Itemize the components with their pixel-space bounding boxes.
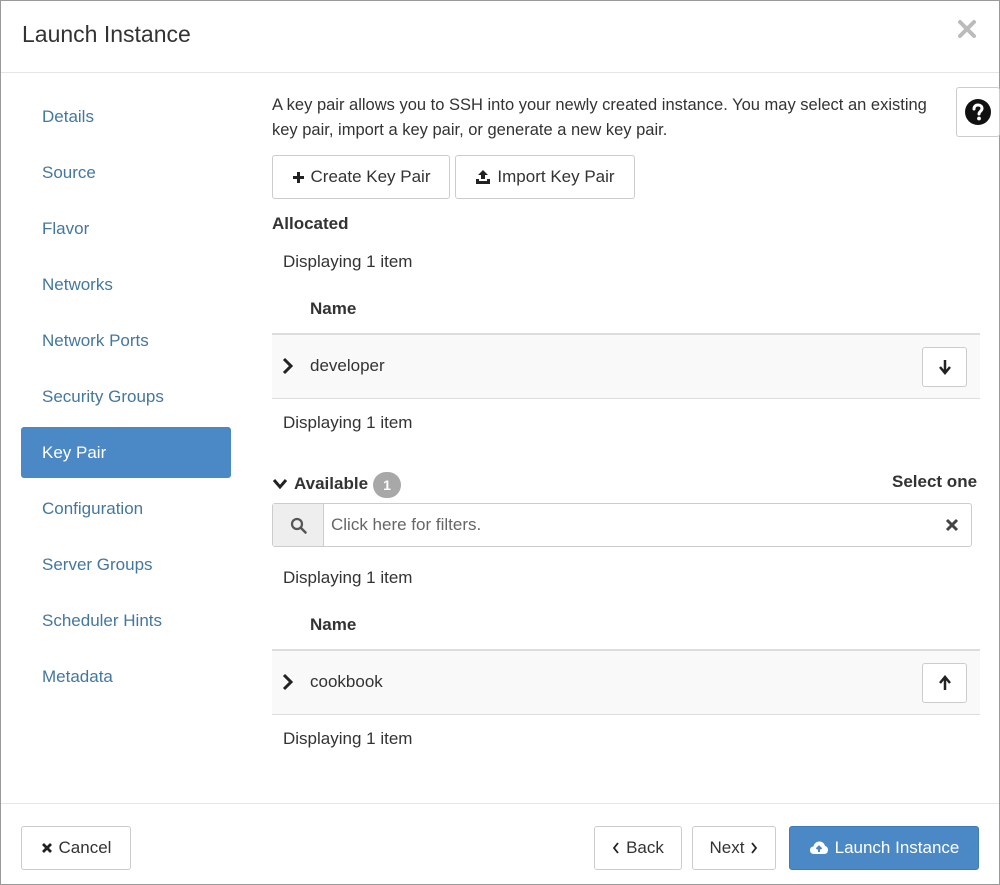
available-count-badge: 1 xyxy=(373,472,401,498)
arrow-up-icon xyxy=(938,675,951,690)
times-icon xyxy=(41,843,52,853)
chevron-right-icon[interactable] xyxy=(281,357,295,375)
allocated-heading: Allocated xyxy=(272,214,349,233)
nav-item-security-groups[interactable]: Security Groups xyxy=(21,371,231,422)
search-icon xyxy=(290,517,307,534)
cancel-label: Cancel xyxy=(58,838,112,857)
key-pair-name: cookbook xyxy=(310,672,383,691)
nav-item-scheduler-hints[interactable]: Scheduler Hints xyxy=(21,595,231,646)
chevron-right-icon xyxy=(751,842,758,854)
nav-item-source[interactable]: Source xyxy=(21,147,231,198)
next-button[interactable]: Next xyxy=(692,826,776,870)
nav-item-metadata[interactable]: Metadata xyxy=(21,651,231,702)
chevron-right-icon[interactable] xyxy=(281,673,295,691)
allocated-count-top: Displaying 1 item xyxy=(283,252,413,271)
available-toggle[interactable]: Available xyxy=(272,473,368,495)
nav-item-key-pair[interactable]: Key Pair xyxy=(21,427,231,478)
launch-instance-button[interactable]: Launch Instance xyxy=(789,826,979,870)
cancel-button[interactable]: Cancel xyxy=(21,826,131,870)
chevron-down-icon xyxy=(272,479,288,490)
available-count-top: Displaying 1 item xyxy=(283,568,413,587)
cloud-upload-icon xyxy=(809,841,828,854)
allocated-count-bottom: Displaying 1 item xyxy=(283,413,413,432)
back-button[interactable]: Back xyxy=(594,826,682,870)
available-count-bottom: Displaying 1 item xyxy=(283,729,413,748)
filter-input[interactable] xyxy=(325,504,925,546)
available-column-name: Name xyxy=(310,615,357,634)
times-icon[interactable] xyxy=(945,518,959,532)
nav-item-details[interactable]: Details xyxy=(21,91,231,142)
wizard-nav: Details Source Flavor Networks Network P… xyxy=(21,91,231,707)
table-row: developer xyxy=(272,333,980,399)
available-heading: Available xyxy=(294,474,369,493)
nav-item-networks[interactable]: Networks xyxy=(21,259,231,310)
next-label: Next xyxy=(709,838,745,857)
allocate-button[interactable] xyxy=(922,663,967,703)
launch-instance-dialog: Launch Instance Details Source Flavor Ne… xyxy=(0,0,1000,885)
nav-item-network-ports[interactable]: Network Ports xyxy=(21,315,231,366)
arrow-down-icon xyxy=(938,360,951,375)
import-key-pair-button[interactable]: Import Key Pair xyxy=(455,155,635,199)
nav-item-server-groups[interactable]: Server Groups xyxy=(21,539,231,590)
nav-item-flavor[interactable]: Flavor xyxy=(21,203,231,254)
question-circle-icon xyxy=(965,99,991,125)
key-pair-name: developer xyxy=(310,356,385,375)
plus-icon xyxy=(292,171,304,183)
table-row: cookbook xyxy=(272,649,980,715)
create-key-pair-label: Create Key Pair xyxy=(310,167,431,186)
close-icon[interactable] xyxy=(957,19,977,39)
upload-icon xyxy=(476,170,491,184)
dialog-title: Launch Instance xyxy=(22,21,191,47)
select-one-hint: Select one xyxy=(892,472,978,491)
create-key-pair-button[interactable]: Create Key Pair xyxy=(272,155,450,199)
dialog-footer: Cancel Back Next Launch Instance xyxy=(1,803,999,885)
help-button[interactable] xyxy=(956,87,1000,137)
back-label: Back xyxy=(626,838,664,857)
allocated-column-name: Name xyxy=(310,299,357,318)
key-pair-description: A key pair allows you to SSH into your n… xyxy=(272,96,927,139)
deallocate-button[interactable] xyxy=(922,347,967,387)
import-key-pair-label: Import Key Pair xyxy=(497,167,615,186)
nav-item-configuration[interactable]: Configuration xyxy=(21,483,231,534)
chevron-left-icon xyxy=(612,842,619,854)
search-addon xyxy=(273,504,324,546)
launch-instance-label: Launch Instance xyxy=(834,838,960,857)
dialog-header: Launch Instance xyxy=(1,1,999,73)
filter-search xyxy=(272,503,972,547)
